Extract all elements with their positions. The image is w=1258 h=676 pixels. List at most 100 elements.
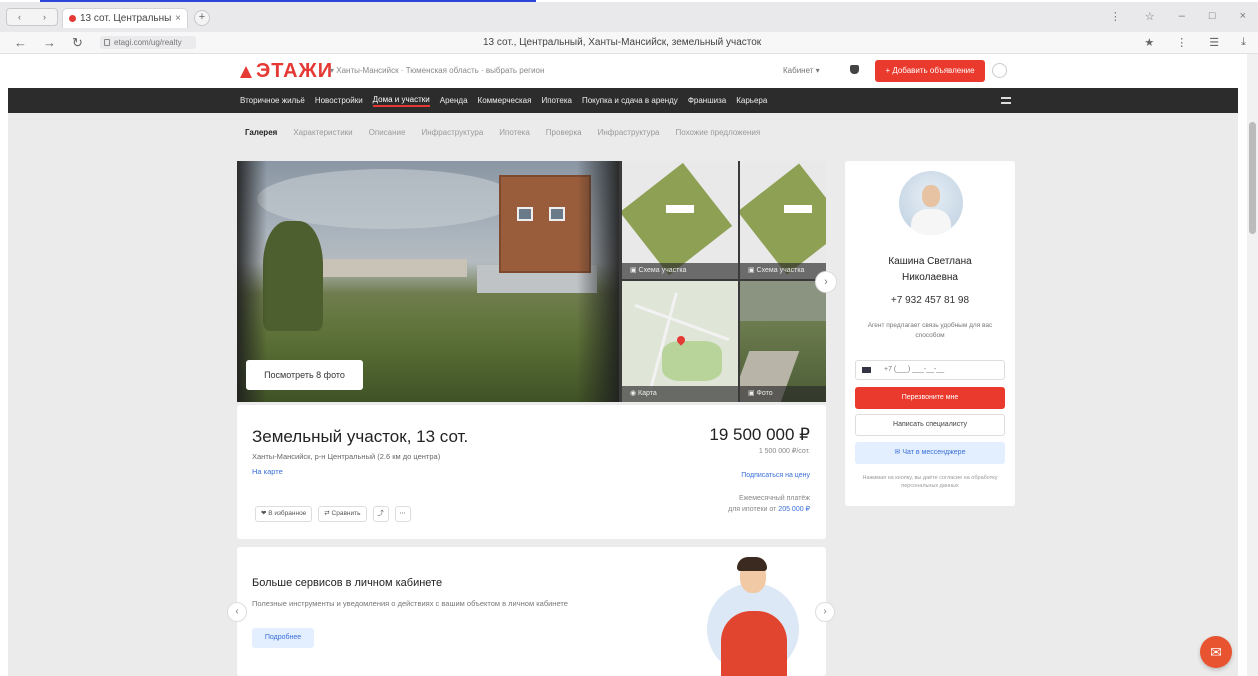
favorite-button[interactable]: ❤ В избранное xyxy=(255,506,313,522)
nav-item[interactable]: Покупка и сдача в аренду xyxy=(582,96,678,105)
map-green-area xyxy=(662,341,722,381)
map-link[interactable]: На карте xyxy=(252,467,283,476)
chat-messenger-button[interactable]: ✉ Чат в мессенджере xyxy=(855,442,1005,464)
photo-gallery: Посмотреть 8 фото ▣ Схема участка ▣ Схем… xyxy=(237,161,826,402)
close-window-icon[interactable]: × xyxy=(1240,10,1246,23)
nav-item[interactable]: Дома и участки xyxy=(372,95,430,107)
back-icon[interactable]: ← xyxy=(14,35,27,51)
nav-item[interactable]: Карьера xyxy=(736,96,767,105)
subtab-item[interactable]: Характеристики xyxy=(293,128,352,137)
star-icon[interactable]: ★ xyxy=(1144,36,1154,49)
subtab-item[interactable]: Галерея xyxy=(245,128,277,137)
main-navbar: Вторичное жильё Новостройки Дома и участки… xyxy=(8,88,1238,113)
promo-prev-button[interactable]: ‹ xyxy=(227,602,247,622)
subtab-item[interactable]: Описание xyxy=(369,128,406,137)
minimize-icon[interactable]: – xyxy=(1179,10,1185,23)
photo-sky xyxy=(257,169,517,229)
main-photo[interactable]: Посмотреть 8 фото xyxy=(237,161,619,402)
download-icon[interactable]: ⤓ xyxy=(1241,36,1246,49)
agent-avatar xyxy=(899,171,963,235)
promo-text: Полезные инструменты и уведомления о дей… xyxy=(252,599,568,608)
subtab-item[interactable]: Инфраструктура xyxy=(421,128,483,137)
avatar-head xyxy=(922,185,940,207)
tab-close-icon[interactable]: × xyxy=(175,13,181,24)
thumb-photo[interactable]: ▣ Фото xyxy=(740,281,826,402)
subtab-item[interactable]: Проверка xyxy=(546,128,582,137)
callback-button[interactable]: Перезвоните мне xyxy=(855,387,1005,409)
agent-name[interactable]: Кашина Светлана Николаевна xyxy=(845,254,1015,286)
promo-illustration-body xyxy=(721,611,787,676)
flag-icon xyxy=(862,367,871,373)
avatar-shirt xyxy=(911,209,951,235)
price-subscribe-link[interactable]: Подписаться на цену xyxy=(741,472,810,479)
promo-title: Больше сервисов в личном кабинете xyxy=(252,577,443,589)
message-specialist-button[interactable]: Написать специалисту xyxy=(855,414,1005,436)
callback-phone-input[interactable]: +7 (___) ___-__-__ xyxy=(855,360,1005,380)
thumb-map[interactable]: ◉ Карта xyxy=(622,281,738,402)
nav-item[interactable]: Франшиза xyxy=(688,96,726,105)
all-photos-button[interactable]: Посмотреть 8 фото xyxy=(246,360,363,390)
compare-button[interactable]: ⇄ Сравнить xyxy=(318,506,367,522)
post-ad-button[interactable]: + Добавить объявление xyxy=(875,60,985,82)
more-actions-button[interactable]: ⋯ xyxy=(394,506,411,522)
subtab-item[interactable]: Инфраструктура xyxy=(598,128,660,137)
nav-item[interactable]: Вторичное жильё xyxy=(240,96,305,105)
hamburger-menu-icon[interactable] xyxy=(1001,97,1011,104)
window-controls: ⋮ ☆ – □ × xyxy=(1110,10,1246,23)
listing-actions: ❤ В избранное ⇄ Сравнить ⤴ ⋯ xyxy=(255,506,411,522)
city-selector[interactable]: ▾ Ханты-Мансийск · Тюменская область · в… xyxy=(330,66,544,75)
bookmark-icon[interactable]: ☆ xyxy=(1145,10,1155,23)
mortgage-line1: Ежемесячный платёж xyxy=(738,495,810,502)
forward-icon[interactable]: → xyxy=(43,35,56,51)
promo-card: Больше сервисов в личном кабинете Полезн… xyxy=(237,547,826,676)
forward-tab-icon[interactable]: › xyxy=(43,12,46,22)
share-button[interactable]: ⤴ xyxy=(372,506,389,522)
nav-item[interactable]: Ипотека xyxy=(541,96,572,105)
nav-item[interactable]: Коммерческая xyxy=(478,96,532,105)
nav-buttons: ← → ↻ xyxy=(14,35,83,51)
thumb-plot-scheme-2[interactable]: ▣ Схема участка xyxy=(740,161,826,279)
promo-next-button[interactable]: › xyxy=(815,602,835,622)
subtab-item[interactable]: Похожие предложения xyxy=(675,128,760,137)
chat-fab-button[interactable]: ✉ xyxy=(1200,636,1232,668)
listing-price: 19 500 000 ₽ xyxy=(709,425,810,444)
mortgage-value[interactable]: 205 000 ₽ xyxy=(778,506,810,513)
list-icon[interactable]: ☰ xyxy=(1209,36,1219,49)
promo-more-button[interactable]: Подробнее xyxy=(252,628,314,648)
maximize-icon[interactable]: □ xyxy=(1209,10,1216,23)
price-per-unit: 1 500 000 ₽/сот. xyxy=(758,448,810,455)
promo-illustration-hair xyxy=(737,557,767,571)
more-icon[interactable]: ⋮ xyxy=(1176,36,1187,49)
nav-item[interactable]: Аренда xyxy=(440,96,468,105)
mortgage-info: Ежемесячный платёж для ипотеки от 205 00… xyxy=(728,493,810,515)
photo-window xyxy=(549,207,565,221)
agent-name-line1: Кашина Светлана xyxy=(888,256,972,267)
nav-item[interactable]: Новостройки xyxy=(315,96,363,105)
thumb-caption: ▣ Схема участка xyxy=(740,263,826,279)
favicon-icon xyxy=(69,15,76,22)
url-text: etagi.com/ug/realty xyxy=(114,38,182,47)
browser-tab-active[interactable]: 13 сот. Центральный × xyxy=(62,8,188,28)
agent-phone[interactable]: +7 932 457 81 98 xyxy=(845,295,1015,306)
menu-icon[interactable]: ⋮ xyxy=(1110,10,1121,23)
subtab-item[interactable]: Ипотека xyxy=(499,128,530,137)
mortgage-line2: для ипотеки от xyxy=(728,506,777,513)
new-tab-button[interactable]: + xyxy=(194,10,210,26)
page-scrollbar[interactable] xyxy=(1247,54,1258,676)
site-logo[interactable]: ЭТАЖИ xyxy=(240,60,333,83)
scroll-thumb[interactable] xyxy=(1249,122,1256,234)
thumb-plot-scheme[interactable]: ▣ Схема участка xyxy=(622,161,738,279)
gallery-next-button[interactable]: › xyxy=(815,271,837,293)
tab-nav-buttons[interactable]: ‹ › xyxy=(6,8,58,26)
cabinet-link[interactable]: Кабинет ▾ xyxy=(783,66,820,75)
reload-icon[interactable]: ↻ xyxy=(72,35,83,51)
back-tab-icon[interactable]: ‹ xyxy=(18,12,21,22)
site-header: ЭТАЖИ ▾ Ханты-Мансийск · Тюменская облас… xyxy=(0,54,1258,88)
address-right-icons: ★ ⋮ ☰ ⤓ xyxy=(1144,36,1246,49)
notification-icon[interactable] xyxy=(850,65,859,74)
plot-label xyxy=(666,205,694,213)
url-field[interactable]: etagi.com/ug/realty xyxy=(100,36,196,49)
agent-note: Агент предлагает связь удобным для вас с… xyxy=(867,322,993,339)
user-avatar-icon[interactable] xyxy=(992,63,1007,78)
listing-subtabs: Галерея Характеристики Описание Инфраструкт… xyxy=(245,128,760,137)
